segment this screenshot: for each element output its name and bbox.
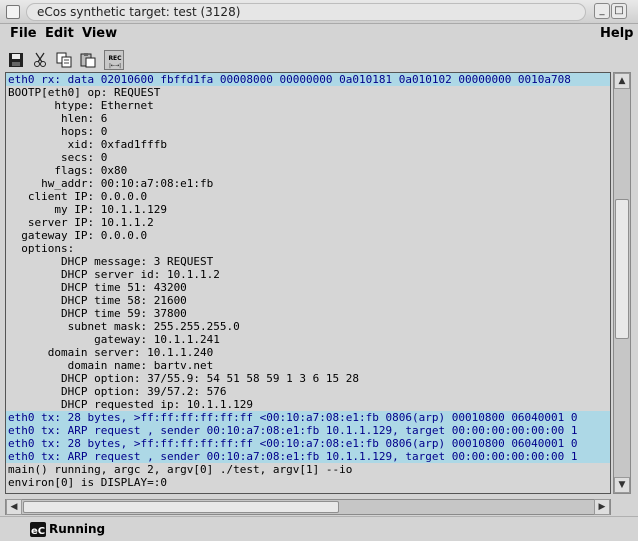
output-line-highlighted: eth0 rx: data 02010600 fbffd1fa 00008000… xyxy=(6,73,610,86)
rec-button[interactable]: REC |←→| xyxy=(104,50,124,70)
output-lines: eth0 rx: data 02010600 fbffd1fa 00008000… xyxy=(6,73,610,489)
rec-label-top: REC xyxy=(108,55,122,62)
scroll-right-arrow-icon[interactable]: ▶ xyxy=(594,499,610,515)
maximize-button[interactable]: □ xyxy=(611,3,627,19)
output-line: subnet mask: 255.255.255.0 xyxy=(8,320,240,333)
ecos-logo-text: eC xyxy=(31,526,45,537)
output-line: main() running, argc 2, argv[0] ./test, … xyxy=(8,463,353,476)
menu-help[interactable]: Help xyxy=(600,26,633,42)
status-text: Running xyxy=(49,522,106,536)
output-line-highlighted: eth0 tx: 28 bytes, >ff:ff:ff:ff:ff:ff <0… xyxy=(6,411,610,424)
horizontal-scrollbar[interactable]: ◀ ▶ xyxy=(5,499,611,515)
title-bar: eCos synthetic target: test (3128) _ □ xyxy=(0,0,638,24)
output-line: hlen: 6 xyxy=(8,112,108,125)
scroll-up-arrow-icon[interactable]: ▲ xyxy=(614,73,630,89)
vertical-scrollbar[interactable]: ▲ ▼ xyxy=(613,72,631,494)
output-line: DHCP message: 3 REQUEST xyxy=(8,255,214,268)
scroll-down-arrow-icon[interactable]: ▼ xyxy=(614,477,630,493)
output-text-pane[interactable]: eth0 rx: data 02010600 fbffd1fa 00008000… xyxy=(5,72,611,494)
output-line: xid: 0xfad1fffb xyxy=(8,138,167,151)
app-icon[interactable] xyxy=(6,5,20,19)
output-line: BOOTP[eth0] op: REQUEST xyxy=(8,86,161,99)
window-title: eCos synthetic target: test (3128) xyxy=(26,3,586,21)
output-line: gateway: 10.1.1.241 xyxy=(8,333,220,346)
output-line: client IP: 0.0.0.0 xyxy=(8,190,148,203)
menu-view[interactable]: View xyxy=(82,26,117,42)
output-line: gateway IP: 0.0.0.0 xyxy=(8,229,148,242)
output-line: htype: Ethernet xyxy=(8,99,154,112)
output-line: options: xyxy=(8,242,75,255)
output-line: DHCP server id: 10.1.1.2 xyxy=(8,268,220,281)
output-line: my IP: 10.1.1.129 xyxy=(8,203,167,216)
rec-label-bottom: |←→| xyxy=(109,63,121,69)
rec-icon: REC |←→| xyxy=(108,55,122,69)
output-line-highlighted: eth0 tx: ARP request , sender 00:10:a7:0… xyxy=(6,450,610,463)
toolbar: REC |←→| xyxy=(0,48,638,72)
copy-icon xyxy=(56,52,72,68)
menu-bar: File Edit View Help xyxy=(0,24,638,46)
paste-button[interactable] xyxy=(78,50,98,70)
minimize-button[interactable]: _ xyxy=(594,3,610,19)
output-line: DHCP requested ip: 10.1.1.129 xyxy=(8,398,254,411)
paste-icon xyxy=(80,53,96,68)
output-line: DHCP option: 39/57.2: 576 xyxy=(8,385,227,398)
output-line: hw_addr: 00:10:a7:08:e1:fb xyxy=(8,177,214,190)
output-line: DHCP time 58: 21600 xyxy=(8,294,187,307)
output-line-highlighted: eth0 tx: 28 bytes, >ff:ff:ff:ff:ff:ff <0… xyxy=(6,437,610,450)
horizontal-scroll-thumb[interactable] xyxy=(23,501,339,513)
vertical-scroll-thumb[interactable] xyxy=(615,199,629,339)
output-line: DHCP option: 37/55.9: 54 51 58 59 1 3 6 … xyxy=(8,372,359,385)
output-line: server IP: 10.1.1.2 xyxy=(8,216,154,229)
status-bar: eC Running xyxy=(0,516,638,541)
save-icon xyxy=(9,53,23,67)
output-line: domain server: 10.1.1.240 xyxy=(8,346,214,359)
output-line: environ[0] is DISPLAY=:0 xyxy=(8,476,167,489)
menu-file[interactable]: File xyxy=(10,26,37,42)
cut-button[interactable] xyxy=(30,50,50,70)
ecos-logo-icon: eC xyxy=(30,522,46,537)
save-button[interactable] xyxy=(6,50,26,70)
output-line: DHCP time 59: 37800 xyxy=(8,307,187,320)
output-line-highlighted: eth0 tx: ARP request , sender 00:10:a7:0… xyxy=(6,424,610,437)
output-line: secs: 0 xyxy=(8,151,108,164)
copy-button[interactable] xyxy=(54,50,74,70)
output-line: domain name: bartv.net xyxy=(8,359,214,372)
output-line: flags: 0x80 xyxy=(8,164,128,177)
scroll-left-arrow-icon[interactable]: ◀ xyxy=(6,499,22,515)
output-line: hops: 0 xyxy=(8,125,108,138)
menu-edit[interactable]: Edit xyxy=(45,26,74,42)
cut-icon xyxy=(34,52,46,67)
output-line: DHCP time 51: 43200 xyxy=(8,281,187,294)
